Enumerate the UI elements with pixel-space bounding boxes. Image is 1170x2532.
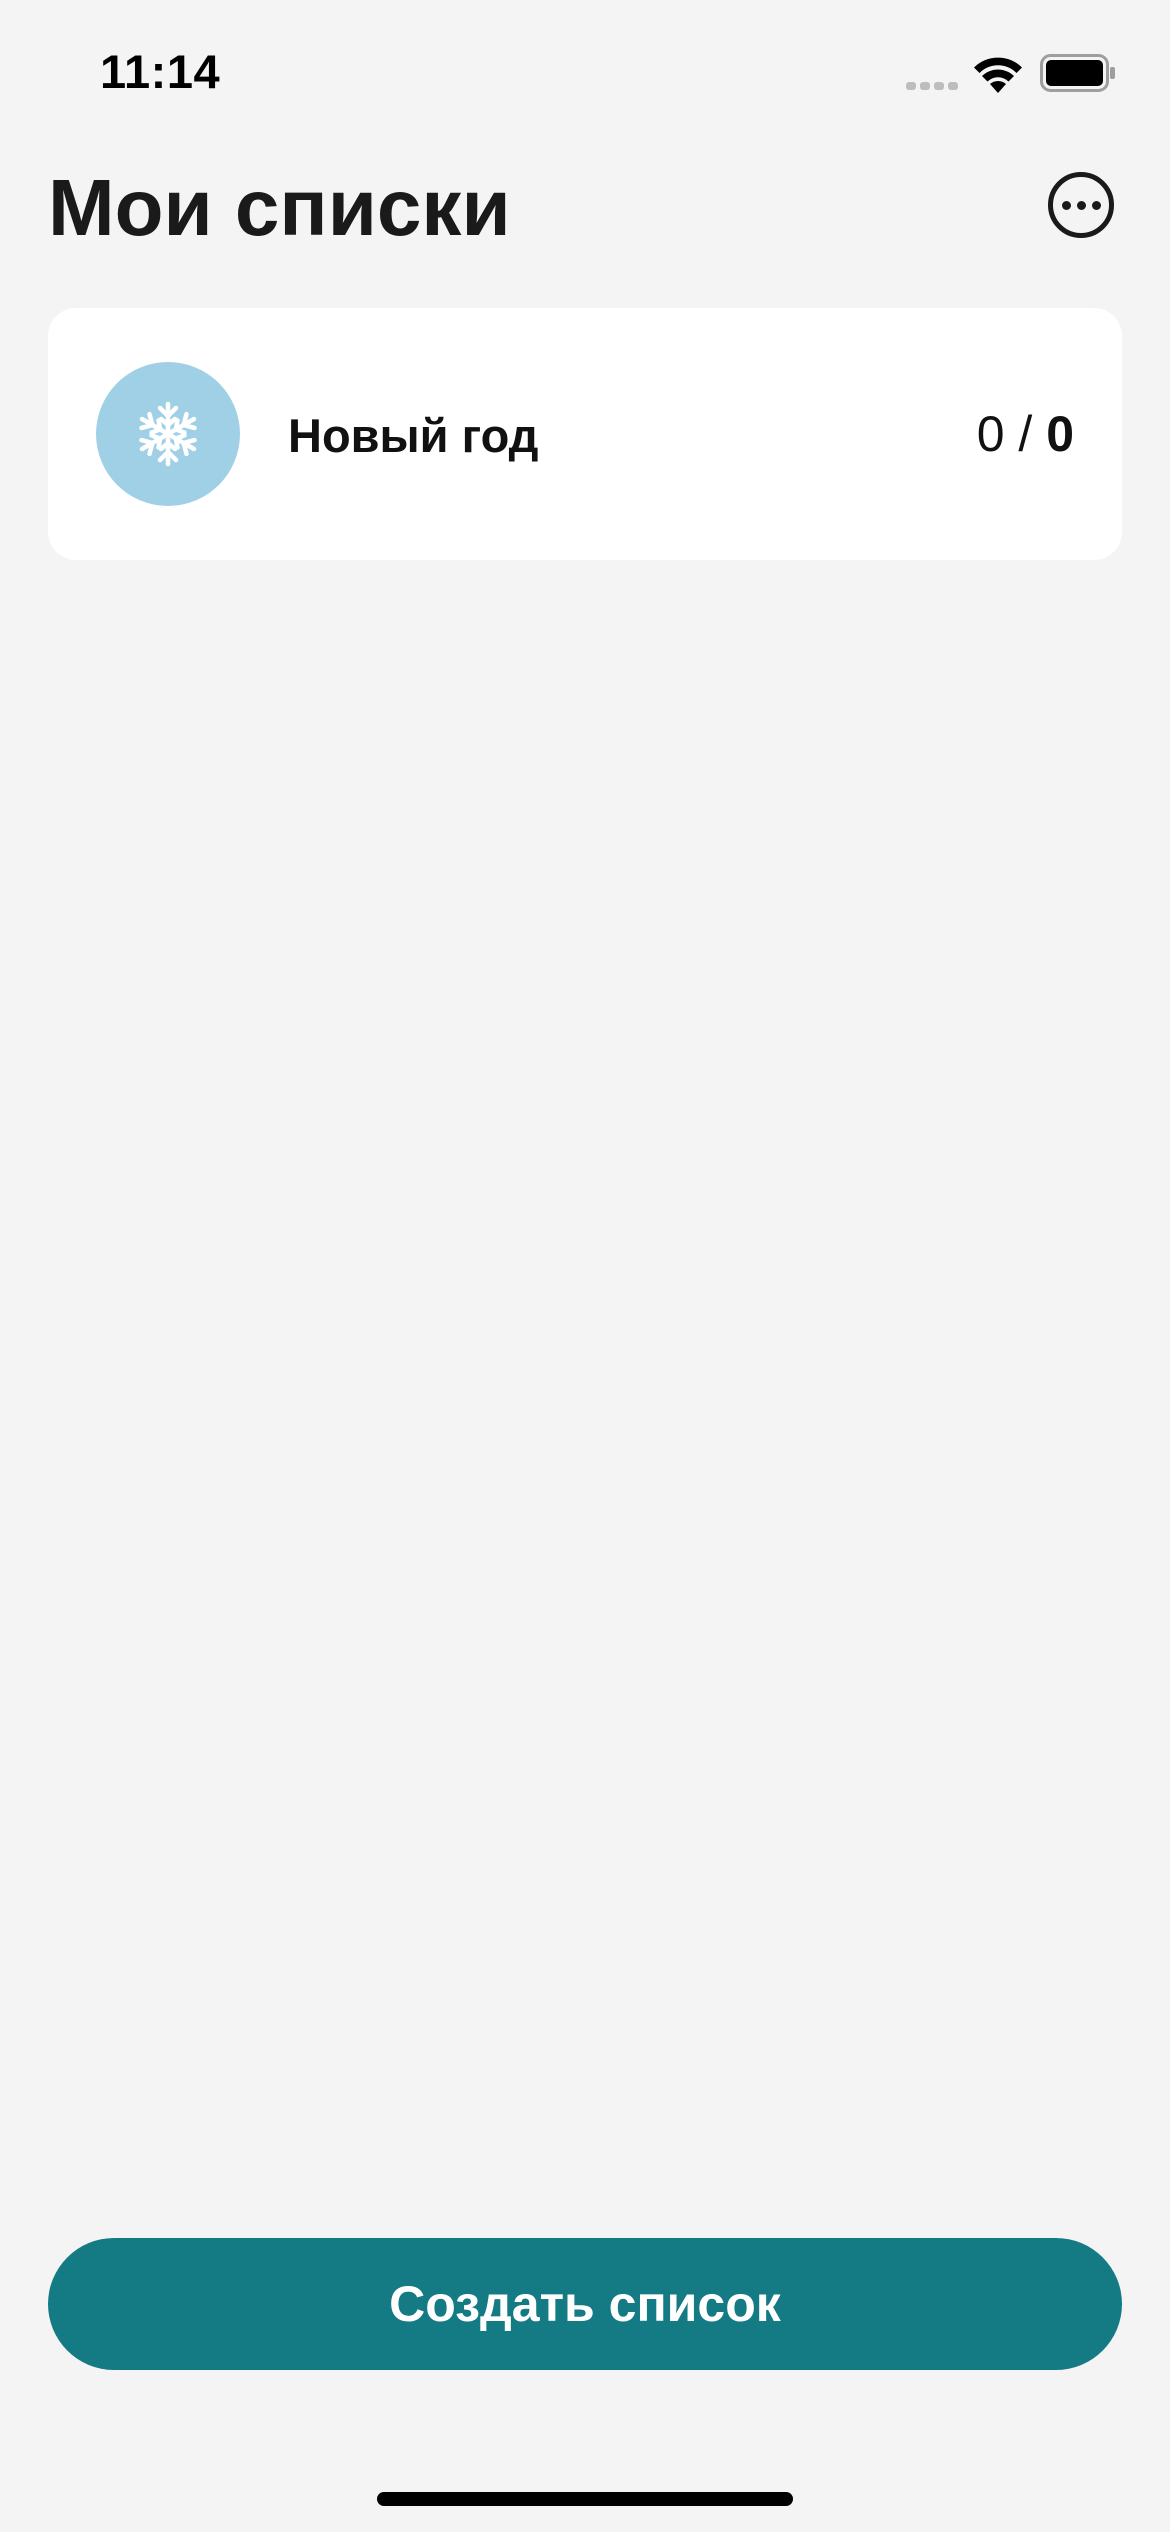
list-total-count: 0: [1046, 406, 1074, 462]
ellipsis-dot: [1076, 200, 1086, 210]
list-item[interactable]: Новый год 0 / 0: [48, 308, 1122, 560]
ellipsis-circle-icon: [1061, 200, 1071, 210]
battery-icon: [1040, 54, 1115, 92]
snowflake-icon: [133, 401, 203, 469]
wifi-icon: [974, 57, 1022, 93]
ellipsis-dot: [1091, 200, 1101, 210]
page-title: Мои списки: [48, 163, 511, 252]
home-indicator[interactable]: [377, 2492, 793, 2506]
list-name: Новый год: [288, 409, 539, 462]
create-list-button[interactable]: Создать список: [48, 2238, 1122, 2370]
list-avatar: [96, 362, 240, 506]
count-separator: /: [1004, 406, 1047, 462]
status-time: 11:14: [100, 45, 221, 98]
signal-icon: [906, 82, 958, 90]
list-progress-count: 0 / 0: [977, 406, 1074, 462]
list-done-count: 0: [976, 406, 1005, 462]
more-options-button[interactable]: [1048, 172, 1114, 238]
status-bar: 11:14: [0, 0, 1170, 150]
